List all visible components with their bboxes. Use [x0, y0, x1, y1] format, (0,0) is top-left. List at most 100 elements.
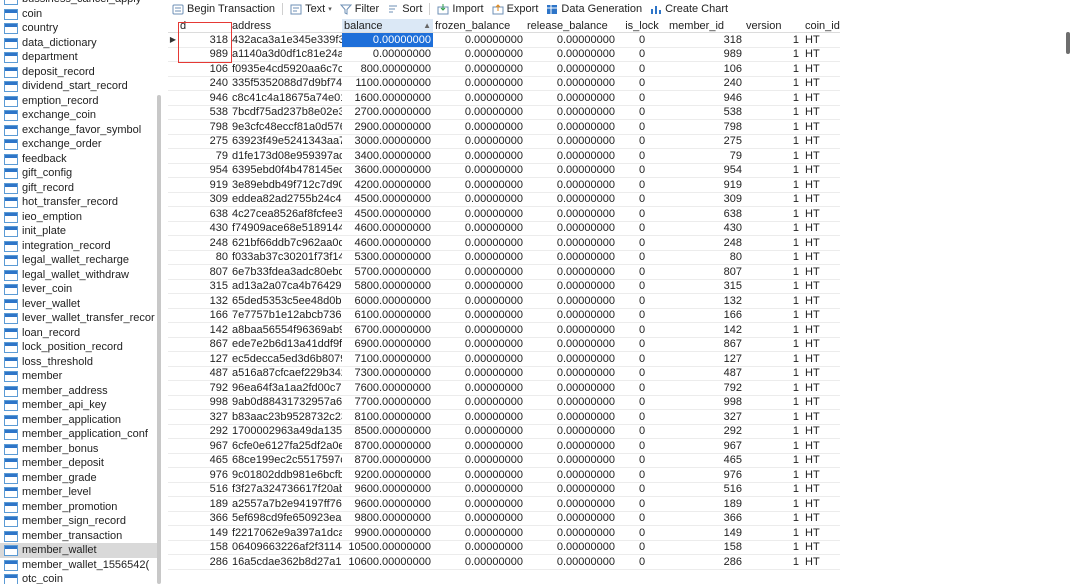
cell-member-id[interactable]: 976	[667, 468, 744, 482]
cell-release-balance[interactable]: 0.00000000	[525, 468, 617, 482]
cell-member-id[interactable]: 638	[667, 207, 744, 221]
cell-member-id[interactable]: 309	[667, 193, 744, 207]
table-row[interactable]: 6384c27cea8526af8fcfee3be54500.000000000…	[168, 207, 840, 222]
row-marker[interactable]	[168, 352, 178, 366]
column-header-version[interactable]: version	[744, 19, 801, 32]
cell-release-balance[interactable]: 0.00000000	[525, 512, 617, 526]
cell-member-id[interactable]: 465	[667, 454, 744, 468]
cell-frozen-balance[interactable]: 0.00000000	[433, 135, 525, 149]
cell-member-id[interactable]: 132	[667, 294, 744, 308]
sidebar-table-item[interactable]: loan_record	[0, 326, 160, 341]
sidebar-table-item[interactable]: integration_record	[0, 239, 160, 254]
cell-version[interactable]: 1	[744, 106, 801, 120]
cell-member-id[interactable]: 327	[667, 410, 744, 424]
table-row[interactable]: 1667e7757b1e12abcb736ab96100.000000000.0…	[168, 309, 840, 323]
cell-member-id[interactable]: 867	[667, 338, 744, 352]
table-row[interactable]: 7989e3cfc48eccf81a0d576632900.000000000.…	[168, 120, 840, 135]
cell-release-balance[interactable]: 0.00000000	[525, 497, 617, 511]
cell-member-id[interactable]: 919	[667, 178, 744, 192]
cell-version[interactable]: 1	[744, 425, 801, 439]
cell-coin-id[interactable]: HT	[801, 454, 840, 468]
row-marker[interactable]	[168, 512, 178, 526]
sidebar-table-item[interactable]: member_api_key	[0, 398, 160, 413]
table-row[interactable]: 2921700002963a49da135428500.000000000.00…	[168, 425, 840, 439]
cell-version[interactable]: 1	[744, 367, 801, 381]
table-row[interactable]: 189 a2557a7b2e94197ff7679 9600.00000000 0.0…	[168, 497, 840, 512]
cell-version[interactable]: 1	[744, 77, 801, 91]
cell-version[interactable]: 1	[744, 410, 801, 424]
sidebar-table-item[interactable]: init_plate	[0, 224, 160, 239]
cell-coin-id[interactable]: HT	[801, 149, 840, 163]
cell-version[interactable]: 1	[744, 555, 801, 569]
sidebar-table-item[interactable]: member_wallet_1556542(	[0, 558, 160, 573]
cell-address[interactable]: ec5decca5ed3d6b8079e2	[230, 352, 342, 366]
row-marker[interactable]	[168, 526, 178, 540]
cell-frozen-balance[interactable]: 0.00000000	[433, 512, 525, 526]
cell-coin-id[interactable]: HT	[801, 541, 840, 555]
cell-release-balance[interactable]: 0.00000000	[525, 338, 617, 352]
cell-balance[interactable]: 5300.00000000	[342, 251, 433, 265]
cell-version[interactable]: 1	[744, 33, 801, 47]
cell-release-balance[interactable]: 0.00000000	[525, 193, 617, 207]
table-row[interactable]: 946c8c41c4a18675a74e01c81600.000000000.0…	[168, 91, 840, 106]
cell-coin-id[interactable]: HT	[801, 483, 840, 497]
cell-frozen-balance[interactable]: 0.00000000	[433, 178, 525, 192]
cell-balance[interactable]: 4500.00000000	[342, 193, 433, 207]
table-row[interactable]: 954 6395ebd0f4b478145ecfb 3600.00000000 0.0…	[168, 164, 840, 178]
cell-is-lock[interactable]: 0	[617, 454, 667, 468]
cell-coin-id[interactable]: HT	[801, 468, 840, 482]
cell-frozen-balance[interactable]: 0.00000000	[433, 526, 525, 540]
row-marker[interactable]	[168, 48, 178, 62]
cell-address[interactable]: 9e3cfc48eccf81a0d57663	[230, 120, 342, 134]
cell-release-balance[interactable]: 0.00000000	[525, 526, 617, 540]
cell-frozen-balance[interactable]: 0.00000000	[433, 396, 525, 410]
sidebar-table-item[interactable]: member_grade	[0, 471, 160, 486]
table-row[interactable]: 867ede7e2b6d13a41ddf9f4b6900.000000000.0…	[168, 338, 840, 352]
cell-balance[interactable]: 8700.00000000	[342, 454, 433, 468]
cell-version[interactable]: 1	[744, 149, 801, 163]
cell-release-balance[interactable]: 0.00000000	[525, 77, 617, 91]
cell-release-balance[interactable]: 0.00000000	[525, 367, 617, 381]
cell-is-lock[interactable]: 0	[617, 323, 667, 337]
cell-member-id[interactable]: 792	[667, 381, 744, 395]
row-marker[interactable]	[168, 497, 178, 511]
cell-id[interactable]: 79	[178, 149, 230, 163]
sidebar-table-item[interactable]: member_wallet	[0, 543, 160, 558]
cell-id[interactable]: 158	[178, 541, 230, 555]
cell-release-balance[interactable]: 0.00000000	[525, 178, 617, 192]
cell-id[interactable]: 976	[178, 468, 230, 482]
cell-release-balance[interactable]: 0.00000000	[525, 265, 617, 279]
cell-balance[interactable]: 3000.00000000	[342, 135, 433, 149]
cell-coin-id[interactable]: HT	[801, 33, 840, 47]
row-marker[interactable]	[168, 367, 178, 381]
grid-scrollbar[interactable]	[1066, 32, 1070, 54]
row-marker[interactable]	[168, 555, 178, 569]
cell-balance[interactable]: 6700.00000000	[342, 323, 433, 337]
cell-member-id[interactable]: 538	[667, 106, 744, 120]
cell-id[interactable]: 967	[178, 439, 230, 453]
cell-balance[interactable]: 0.00000000	[342, 33, 433, 47]
sidebar-table-item[interactable]: gift_record	[0, 181, 160, 196]
cell-balance[interactable]: 2900.00000000	[342, 120, 433, 134]
cell-version[interactable]: 1	[744, 309, 801, 323]
cell-release-balance[interactable]: 0.00000000	[525, 396, 617, 410]
cell-address[interactable]: 16a5cdae362b8d27a1d8f	[230, 555, 342, 569]
sidebar-table-item[interactable]: member_application_conf	[0, 427, 160, 442]
sidebar-table-item[interactable]: member_sign_record	[0, 514, 160, 529]
sidebar-table-item[interactable]: gift_config	[0, 166, 160, 181]
sidebar-table-item[interactable]: legal_wallet_withdraw	[0, 268, 160, 283]
column-header-balance[interactable]: balance ▲	[342, 19, 433, 32]
table-row[interactable]: 142a8baa56554f96369ab93e6700.000000000.0…	[168, 323, 840, 338]
cell-address[interactable]: ad13a2a07ca4b7642959c	[230, 280, 342, 294]
cell-balance[interactable]: 1600.00000000	[342, 91, 433, 105]
cell-balance[interactable]: 5700.00000000	[342, 265, 433, 279]
column-header-member-id[interactable]: member_id	[667, 19, 744, 32]
cell-frozen-balance[interactable]: 0.00000000	[433, 193, 525, 207]
cell-address[interactable]: 621bf66ddb7c962aa0d22	[230, 236, 342, 250]
row-marker[interactable]	[168, 468, 178, 482]
sidebar-table-item[interactable]: member_application	[0, 413, 160, 428]
cell-id[interactable]: 286	[178, 555, 230, 569]
cell-member-id[interactable]: 430	[667, 222, 744, 236]
sidebar-table-item[interactable]: member_level	[0, 485, 160, 500]
table-row[interactable]: 3665ef698cd9fe650923ea3319800.000000000.…	[168, 512, 840, 526]
